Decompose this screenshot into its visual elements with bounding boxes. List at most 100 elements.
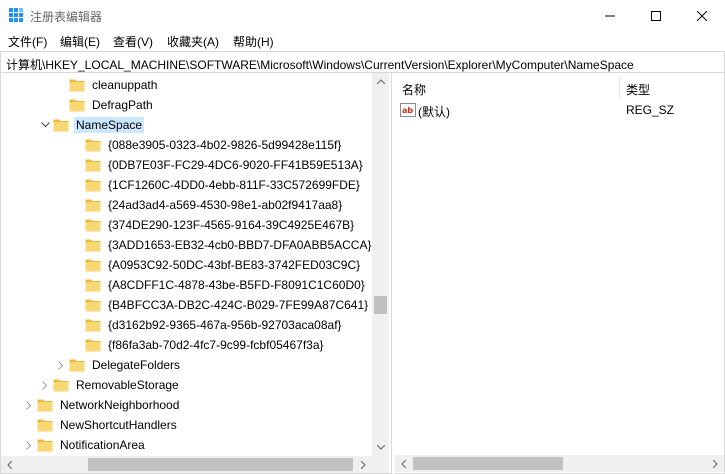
chevron-right-icon[interactable] xyxy=(21,395,37,415)
folder-icon xyxy=(85,239,101,252)
tree-item[interactable]: NetworkNeighborhood xyxy=(21,395,181,415)
tree-item-label: {374DE290-123F-4565-9164-39C4925E467B} xyxy=(108,218,355,232)
tree-item-label: NotificationArea xyxy=(60,438,145,452)
tree-item[interactable]: RemovableStorage xyxy=(37,375,181,395)
tree-item[interactable]: cleanuppath xyxy=(53,75,159,95)
folder-icon xyxy=(85,339,101,352)
value-list[interactable]: 名称 类型 ab (默认) REG_SZ xyxy=(395,73,725,474)
tree-vertical-scrollbar[interactable] xyxy=(372,73,389,456)
tree-item[interactable]: NameSpace xyxy=(37,115,145,135)
menu-favorites[interactable]: 收藏夹(A) xyxy=(167,33,219,50)
scroll-right-arrow-icon[interactable] xyxy=(707,455,724,472)
tree-item[interactable]: DefragPath xyxy=(53,95,155,115)
folder-icon xyxy=(85,319,101,332)
tree-item[interactable]: {B4BFCC3A-DB2C-424C-B029-7FE99A87C641} xyxy=(69,295,370,315)
chevron-right-icon[interactable] xyxy=(53,355,69,375)
address-path[interactable]: 计算机\HKEY_LOCAL_MACHINE\SOFTWARE\Microsof… xyxy=(6,56,634,73)
tree-item[interactable]: NotificationArea xyxy=(21,435,147,455)
scroll-left-arrow-icon[interactable] xyxy=(1,456,18,473)
tree-item[interactable]: DelegateFolders xyxy=(53,355,182,375)
column-header-name[interactable]: 名称 xyxy=(402,81,426,98)
chevron-right-icon[interactable] xyxy=(37,375,53,395)
folder-icon xyxy=(85,279,101,292)
menu-edit[interactable]: 编辑(E) xyxy=(60,33,100,50)
tree-horizontal-scrollbar[interactable] xyxy=(1,456,372,473)
svg-text:ab: ab xyxy=(402,106,413,115)
tree-item[interactable]: {1CF1260C-4DD0-4ebb-811F-33C572699FDE} xyxy=(69,175,362,195)
value-type: REG_SZ xyxy=(626,103,675,117)
registry-editor-icon xyxy=(9,8,23,22)
folder-icon xyxy=(85,139,101,152)
tree-item-label: {f86fa3ab-70d2-4fc7-9c99-fcbf05467f3a} xyxy=(108,338,324,352)
tree-item-label: NetworkNeighborhood xyxy=(60,398,180,412)
folder-icon xyxy=(37,419,53,432)
folder-icon xyxy=(69,79,85,92)
tree-item-label: {0DB7E03F-FC29-4DC6-9020-FF41B59E513A} xyxy=(108,158,363,172)
tree-item[interactable]: {d3162b92-9365-467a-956b-92703aca08af} xyxy=(69,315,344,335)
folder-icon xyxy=(37,439,53,452)
column-divider[interactable] xyxy=(619,76,620,98)
tree-horizontal-scroll-thumb[interactable] xyxy=(88,458,353,471)
tree-item-label: {B4BFCC3A-DB2C-424C-B029-7FE99A87C641} xyxy=(108,298,369,312)
address-bar[interactable]: 计算机\HKEY_LOCAL_MACHINE\SOFTWARE\Microsof… xyxy=(0,51,725,73)
tree-item-label: NewShortcutHandlers xyxy=(60,418,177,432)
title-bar: 注册表编辑器 xyxy=(0,0,725,31)
folder-icon xyxy=(85,219,101,232)
tree-item-label: RemovableStorage xyxy=(76,378,179,392)
chevron-right-icon[interactable] xyxy=(21,435,37,455)
value-row[interactable]: ab (默认) REG_SZ xyxy=(395,100,725,120)
menu-bar: 文件(F) 编辑(E) 查看(V) 收藏夹(A) 帮助(H) xyxy=(0,31,725,51)
tree-item[interactable]: {24ad3ad4-a569-4530-98e1-ab02f9417aa8} xyxy=(69,195,344,215)
tree-item-label: {1CF1260C-4DD0-4ebb-811F-33C572699FDE} xyxy=(108,178,360,192)
maximize-button[interactable] xyxy=(633,0,679,31)
tree-item[interactable]: {3ADD1653-EB32-4cb0-BBD7-DFA0ABB5ACCA} xyxy=(69,235,373,255)
tree-item[interactable]: {A8CDFF1C-4878-43be-B5FD-F8091C1C60D0} xyxy=(69,275,367,295)
close-icon xyxy=(697,10,707,21)
folder-icon xyxy=(69,99,85,112)
tree-item[interactable]: {0DB7E03F-FC29-4DC6-9020-FF41B59E513A} xyxy=(69,155,365,175)
list-horizontal-scrollbar[interactable] xyxy=(395,455,724,472)
tree-item[interactable]: {088e3905-0323-4b02-9826-5d99428e115f} xyxy=(69,135,343,155)
folder-icon xyxy=(53,119,69,132)
folder-icon xyxy=(69,359,85,372)
scroll-left-arrow-icon[interactable] xyxy=(395,455,412,472)
folder-icon xyxy=(85,299,101,312)
menu-help[interactable]: 帮助(H) xyxy=(233,33,274,50)
scroll-down-arrow-icon[interactable] xyxy=(372,439,389,456)
folder-icon xyxy=(85,179,101,192)
tree-item-label: {3ADD1653-EB32-4cb0-BBD7-DFA0ABB5ACCA} xyxy=(108,238,372,252)
string-value-icon: ab xyxy=(400,103,416,117)
tree-item-label: {A8CDFF1C-4878-43be-B5FD-F8091C1C60D0} xyxy=(108,278,365,292)
folder-icon xyxy=(85,259,101,272)
scroll-right-arrow-icon[interactable] xyxy=(355,456,372,473)
tree-vertical-scroll-thumb[interactable] xyxy=(374,296,387,314)
key-tree[interactable]: cleanuppath DefragPath NameSpace {088e3905-… xyxy=(0,73,391,474)
tree-item[interactable]: {A0953C92-50DC-43bf-BE83-3742FED03C9C} xyxy=(69,255,362,275)
list-horizontal-scroll-thumb[interactable] xyxy=(413,457,563,470)
menu-view[interactable]: 查看(V) xyxy=(113,33,153,50)
tree-item-label: DefragPath xyxy=(92,98,153,112)
folder-icon xyxy=(37,399,53,412)
menu-file[interactable]: 文件(F) xyxy=(8,33,47,50)
tree-item[interactable]: NewShortcutHandlers xyxy=(21,415,179,435)
close-button[interactable] xyxy=(679,0,725,31)
tree-item[interactable]: {374DE290-123F-4565-9164-39C4925E467B} xyxy=(69,215,356,235)
tree-item[interactable]: {f86fa3ab-70d2-4fc7-9c99-fcbf05467f3a} xyxy=(69,335,326,355)
column-header-type[interactable]: 类型 xyxy=(626,81,650,98)
scroll-up-arrow-icon[interactable] xyxy=(372,73,389,90)
minimize-icon xyxy=(605,15,615,16)
scrollbar-corner xyxy=(372,456,389,473)
tree-item-label: {24ad3ad4-a569-4530-98e1-ab02f9417aa8} xyxy=(108,198,343,212)
chevron-down-icon[interactable] xyxy=(37,115,53,135)
window-title: 注册表编辑器 xyxy=(30,10,103,24)
minimize-button[interactable] xyxy=(587,0,633,31)
